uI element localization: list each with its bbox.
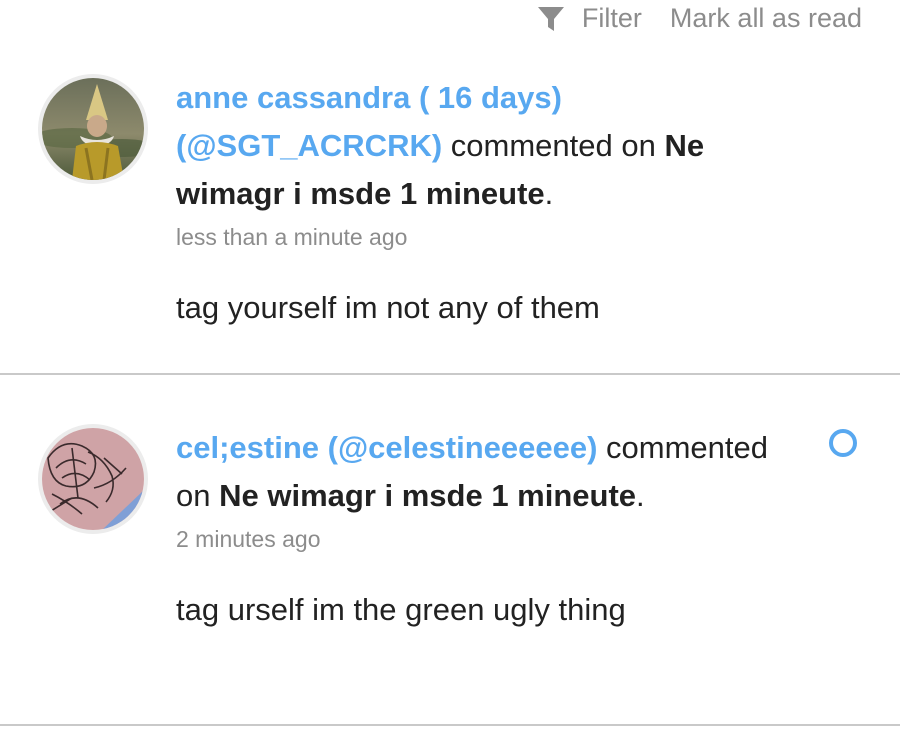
notification-headline: cel;estine (@celestineeeeee) commented o… <box>176 424 796 520</box>
avatar[interactable] <box>38 74 148 184</box>
notification-content: anne cassandra ( 16 days) (@SGT_ACRCRK) … <box>176 74 796 328</box>
headline-punct: . <box>636 478 645 513</box>
notification-item[interactable]: cel;estine (@celestineeeeee) commented o… <box>0 375 900 726</box>
notification-headline: anne cassandra ( 16 days) (@SGT_ACRCRK) … <box>176 74 796 218</box>
comment-text: tag urself im the green ugly thing <box>176 592 626 627</box>
notification-item[interactable]: anne cassandra ( 16 days) (@SGT_ACRCRK) … <box>0 0 900 375</box>
timestamp: less than a minute ago <box>176 224 408 250</box>
post-title-link[interactable]: Ne wimagr i msde 1 mineute <box>219 478 636 513</box>
timestamp: 2 minutes ago <box>176 526 321 552</box>
comment-text: tag yourself im not any of them <box>176 290 600 325</box>
notification-content: cel;estine (@celestineeeeee) commented o… <box>176 424 796 630</box>
unread-indicator-icon[interactable] <box>829 429 857 457</box>
user-link[interactable]: cel;estine (@celestineeeeee) <box>176 430 597 465</box>
action-text: commented on <box>450 128 656 163</box>
avatar-image <box>42 78 144 180</box>
headline-punct: . <box>544 176 554 211</box>
avatar[interactable] <box>38 424 148 534</box>
avatar-image <box>42 428 144 530</box>
